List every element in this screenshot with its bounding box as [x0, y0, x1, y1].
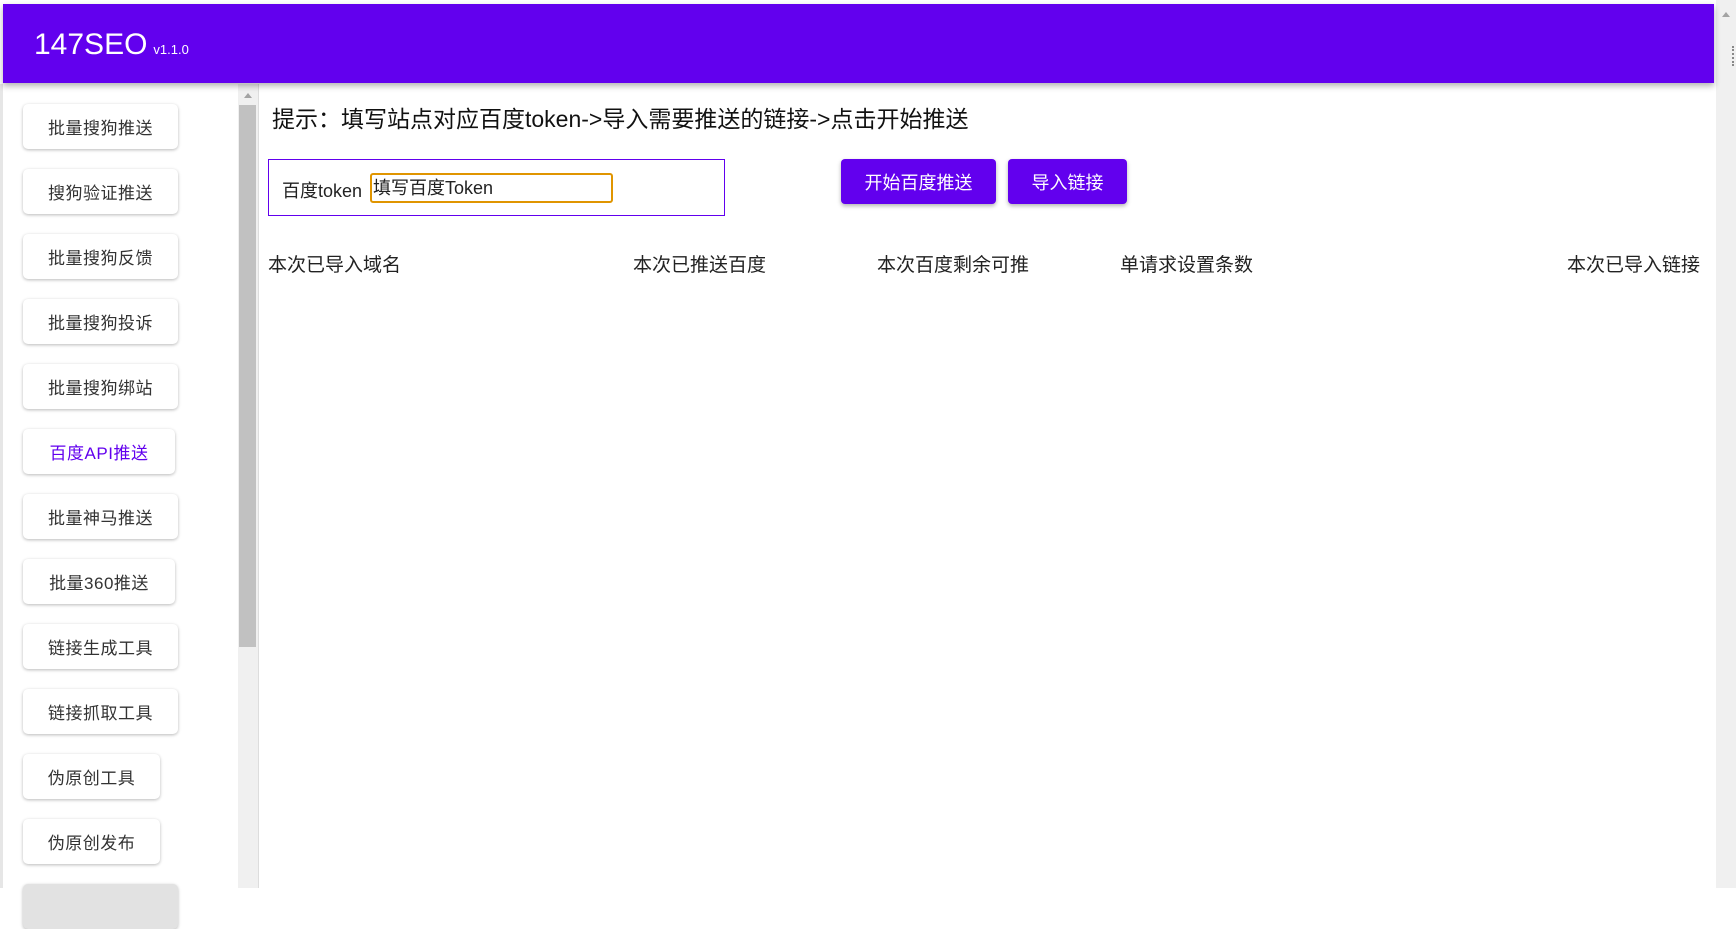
hint-text: 提示：填写站点对应百度token->导入需要推送的链接->点击开始推送 [272, 106, 969, 132]
stat-remaining-baidu: 本次百度剩余可推 [877, 255, 1030, 276]
sidebar-scroll-thumb[interactable] [239, 105, 256, 647]
scroll-up-arrow-icon[interactable] [244, 93, 252, 98]
sidebar-item-sogou-batch-push[interactable]: 批量搜狗推送 [23, 104, 178, 149]
page-scroll-up-arrow-icon[interactable] [1722, 12, 1730, 17]
start-baidu-push-button[interactable]: 开始百度推送 [841, 159, 996, 204]
stat-per-request: 单请求设置条数 [1120, 255, 1254, 276]
sidebar-item-shenma-push[interactable]: 批量神马推送 [23, 494, 178, 539]
stat-imported-domains: 本次已导入域名 [268, 255, 402, 276]
token-label: 百度token [282, 181, 363, 201]
sidebar-item-sogou-feedback[interactable]: 批量搜狗反馈 [23, 234, 178, 279]
app-header: 147SEO v1.1.0 [3, 4, 1714, 83]
sidebar-item-sogou-complaint[interactable]: 批量搜狗投诉 [23, 299, 178, 344]
stat-pushed-baidu: 本次已推送百度 [633, 255, 767, 276]
app-title: 147SEO v1.1.0 [34, 28, 189, 62]
sidebar-item-sogou-verify-push[interactable]: 搜狗验证推送 [23, 169, 178, 214]
sidebar-nav: 批量搜狗推送 搜狗验证推送 批量搜狗反馈 批量搜狗投诉 批量搜狗绑站 百度API… [0, 84, 238, 929]
sidebar-scrollbar[interactable] [238, 84, 259, 888]
grip-icon [1732, 46, 1736, 66]
sidebar-item-360-push[interactable]: 批量360推送 [23, 559, 175, 604]
baidu-token-input[interactable] [370, 173, 613, 203]
sidebar-item-baidu-api-push[interactable]: 百度API推送 [23, 429, 175, 474]
app-version: v1.1.0 [153, 42, 189, 57]
page-scrollbar[interactable] [1716, 0, 1736, 888]
sidebar-item-link-generator[interactable]: 链接生成工具 [23, 624, 178, 669]
app-name: 147SEO [34, 28, 148, 61]
sidebar-item-link-crawler[interactable]: 链接抓取工具 [23, 689, 178, 734]
stat-imported-links: 本次已导入链接 [1566, 255, 1700, 276]
import-links-button[interactable]: 导入链接 [1008, 159, 1127, 204]
sidebar-item-partial[interactable] [23, 884, 178, 929]
sidebar-item-pseudo-original-tool[interactable]: 伪原创工具 [23, 754, 160, 799]
token-field-group: 百度token [268, 159, 725, 216]
sidebar-item-pseudo-original-publish[interactable]: 伪原创发布 [23, 819, 160, 864]
sidebar-item-sogou-bind-site[interactable]: 批量搜狗绑站 [23, 364, 178, 409]
